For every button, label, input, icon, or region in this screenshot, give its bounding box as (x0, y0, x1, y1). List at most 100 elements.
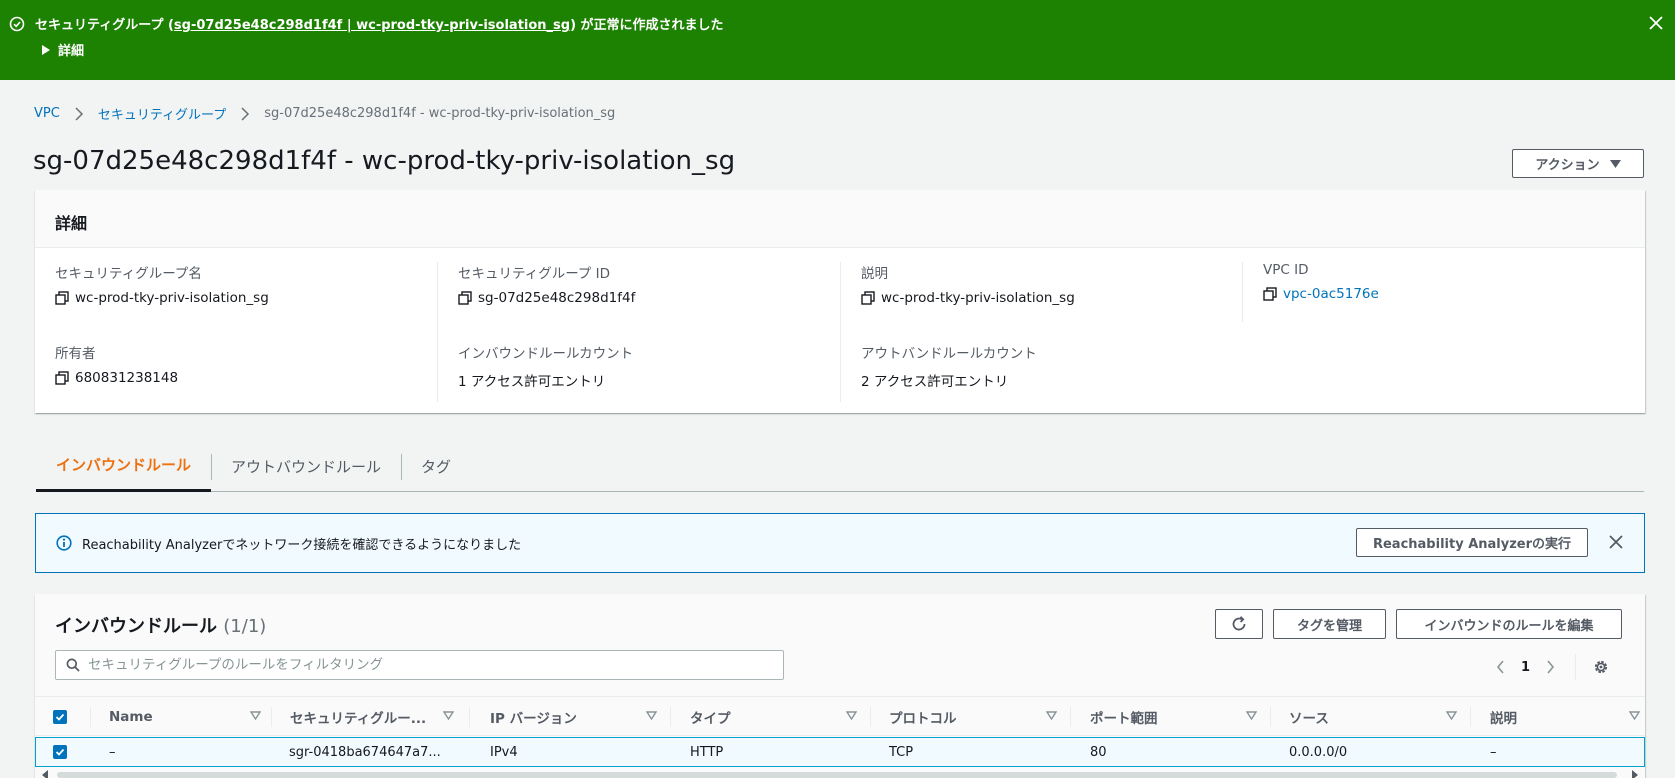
field-description: 説明 wc-prod-tky-priv-isolation_sg (861, 262, 1075, 306)
vpc-id-link[interactable]: vpc-0ac5176e (1283, 286, 1379, 302)
field-vpc-id: VPC ID vpc-0ac5176e (1263, 262, 1379, 302)
column-label: プロトコル (889, 711, 957, 727)
rules-title: インバウンドルール (1/1) (55, 612, 266, 638)
column-divider (840, 262, 841, 402)
copy-icon[interactable] (861, 291, 875, 305)
inbound-count-value: 1 アクセス許可エントリ (458, 374, 606, 390)
close-icon[interactable] (1647, 14, 1665, 32)
reachability-info-alert: Reachability Analyzerでネットワーク接続を確認できるようにな… (35, 513, 1645, 573)
row-select-cell (53, 738, 67, 766)
column-divider (437, 262, 438, 402)
column-header-source[interactable]: ソース (1289, 697, 1457, 737)
caret-down-icon (1609, 159, 1621, 168)
copy-icon[interactable] (458, 291, 472, 305)
copy-icon[interactable] (55, 371, 69, 385)
edit-inbound-rules-button[interactable]: インバウンドのルールを編集 (1396, 609, 1622, 639)
sort-caret-icon (1246, 711, 1257, 721)
flash-message-suffix: ) が正常に作成されました (570, 18, 724, 33)
refresh-icon (1232, 616, 1246, 631)
info-alert-text: Reachability Analyzerでネットワーク接続を確認できるようにな… (82, 537, 522, 553)
owner-value: 680831238148 (75, 370, 179, 386)
field-sg-name: セキュリティグループ名 wc-prod-tky-priv-isolation_s… (55, 262, 269, 306)
sort-caret-icon (1446, 711, 1457, 721)
breadcrumb-vpc[interactable]: VPC (34, 106, 60, 121)
sg-name-value: wc-prod-tky-priv-isolation_sg (75, 290, 269, 306)
field-label: 所有者 (55, 346, 96, 362)
breadcrumb-security-groups[interactable]: セキュリティグループ (98, 104, 226, 123)
cell-port-range: 80 (1090, 744, 1107, 760)
field-label: セキュリティグループ名 (55, 266, 202, 282)
column-header-type[interactable]: タイプ (690, 697, 857, 737)
check-icon (55, 713, 65, 721)
row-checkbox[interactable] (53, 745, 67, 759)
cell-ip-version: IPv4 (490, 744, 518, 760)
field-sg-id: セキュリティグループ ID sg-07d25e48c298d1f4f (458, 262, 635, 306)
field-owner: 所有者 680831238148 (55, 342, 178, 386)
header-divider (1470, 707, 1471, 727)
column-label: ソース (1289, 711, 1329, 727)
current-page[interactable]: 1 (1521, 660, 1530, 675)
flash-details-toggle[interactable]: 詳細 (42, 40, 84, 59)
header-divider (271, 707, 272, 727)
column-label: Name (109, 709, 153, 725)
column-label: ポート範囲 (1090, 711, 1158, 727)
cell-rule-id: sgr-0418ba674647a7... (289, 744, 441, 760)
column-label: タイプ (690, 711, 731, 727)
success-check-icon (9, 16, 25, 32)
field-label: VPC ID (1263, 262, 1309, 278)
description-value: wc-prod-tky-priv-isolation_sg (881, 290, 1075, 306)
copy-icon[interactable] (55, 291, 69, 305)
refresh-button[interactable] (1215, 609, 1263, 639)
run-reachability-analyzer-button[interactable]: Reachability Analyzerの実行 (1356, 528, 1588, 557)
breadcrumb: VPC セキュリティグループ sg-07d25e48c298d1f4f - wc… (34, 104, 615, 123)
column-label: IP バージョン (490, 711, 577, 727)
column-header-protocol[interactable]: プロトコル (889, 697, 1057, 737)
header-divider (90, 707, 91, 727)
sort-caret-icon (443, 711, 454, 721)
cell-type: HTTP (690, 744, 724, 760)
field-value: sg-07d25e48c298d1f4f (458, 290, 635, 306)
scroll-right-arrow-icon[interactable] (1631, 770, 1639, 778)
column-header-rule-id[interactable]: セキュリティグルー... (290, 697, 454, 737)
gear-icon[interactable] (1592, 658, 1610, 676)
column-header-ip-version[interactable]: IP バージョン (490, 697, 657, 737)
header-divider (1070, 707, 1071, 727)
column-header-description[interactable]: 説明 (1490, 697, 1640, 737)
select-all-cell (53, 697, 67, 737)
column-header-name[interactable]: Name (109, 697, 261, 737)
chevron-left-icon[interactable] (1496, 660, 1505, 674)
filter-input[interactable] (88, 657, 768, 673)
copy-icon[interactable] (1263, 287, 1277, 301)
field-outbound-count: アウトバンドルールカウント 2 アクセス許可エントリ (861, 342, 1037, 390)
table-row[interactable]: – sgr-0418ba674647a7... IPv4 HTTP TCP 80… (35, 737, 1645, 767)
tab-outbound-rules[interactable]: アウトバウンドルール (211, 440, 401, 492)
scroll-thumb[interactable] (57, 772, 1617, 778)
outbound-count-value: 2 アクセス許可エントリ (861, 374, 1009, 390)
flash-sg-link[interactable]: sg-07d25e48c298d1f4f | wc-prod-tky-priv-… (174, 18, 570, 33)
select-all-checkbox[interactable] (53, 710, 67, 724)
tab-inbound-rules[interactable]: インバウンドルール (36, 440, 212, 492)
actions-button[interactable]: アクション (1512, 149, 1644, 178)
field-label: セキュリティグループ ID (458, 266, 611, 282)
manage-tags-button[interactable]: タグを管理 (1273, 609, 1386, 639)
column-divider (1242, 262, 1243, 322)
field-inbound-count: インバウンドルールカウント 1 アクセス許可エントリ (458, 342, 633, 390)
filter-box (55, 650, 784, 680)
success-flashbar: セキュリティグループ (sg-07d25e48c298d1f4f | wc-pr… (0, 0, 1675, 80)
horizontal-scrollbar[interactable] (35, 770, 1645, 778)
sort-caret-icon (250, 711, 261, 721)
actions-button-label: アクション (1535, 158, 1600, 173)
column-header-port-range[interactable]: ポート範囲 (1090, 697, 1257, 737)
rules-count: (1/1) (223, 616, 267, 637)
pagination: 1 (1496, 654, 1610, 680)
sort-caret-icon (1046, 711, 1057, 721)
scroll-left-arrow-icon[interactable] (41, 770, 49, 778)
close-icon[interactable] (1608, 534, 1624, 550)
sort-caret-icon (1629, 711, 1640, 721)
cell-name: – (109, 744, 116, 760)
caret-right-icon (42, 44, 50, 55)
chevron-right-icon[interactable] (1546, 660, 1555, 674)
field-value: wc-prod-tky-priv-isolation_sg (861, 290, 1075, 306)
cell-description: – (1490, 744, 1497, 760)
tab-tags[interactable]: タグ (401, 440, 471, 492)
